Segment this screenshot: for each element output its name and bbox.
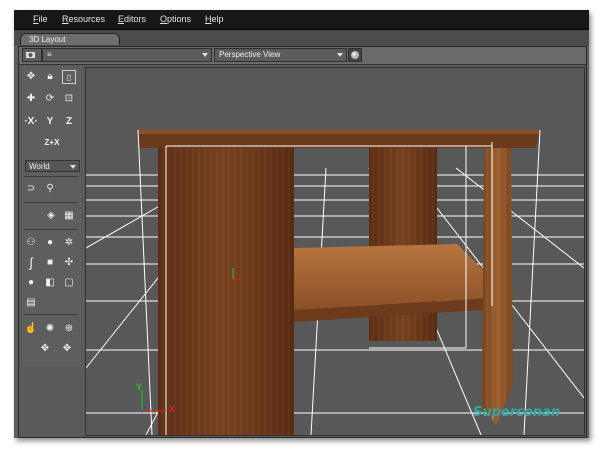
dolly-icon[interactable]: ✥ bbox=[60, 342, 74, 356]
app-window: File Resources Editors Options Help 3D L… bbox=[14, 10, 589, 438]
divider bbox=[24, 229, 78, 230]
box-icon[interactable]: ◧ bbox=[43, 276, 57, 290]
menu-options[interactable]: Options bbox=[160, 14, 191, 24]
menu-file[interactable]: File bbox=[33, 14, 48, 24]
gizmo-x-label: X bbox=[169, 404, 176, 414]
deform-icon[interactable]: ✣ bbox=[62, 256, 76, 270]
list-icon: ≡ bbox=[47, 50, 52, 59]
divider bbox=[24, 202, 78, 203]
coord-system-label: World bbox=[29, 162, 50, 171]
camera-tool-icon[interactable]: ⚇ bbox=[24, 236, 38, 250]
select-tool-icon[interactable]: ▯ bbox=[62, 70, 76, 84]
particle-icon[interactable]: ✲ bbox=[62, 236, 76, 250]
z-axis-icon[interactable]: Z bbox=[62, 115, 76, 129]
menu-editors[interactable]: Editors bbox=[118, 14, 146, 24]
divider bbox=[24, 314, 78, 315]
sphere-icon[interactable]: ● bbox=[24, 276, 38, 290]
lock-icon[interactable]: 🔒︎ bbox=[43, 70, 57, 84]
view-mode-label: Perspective View bbox=[219, 50, 281, 59]
menu-help[interactable]: Help bbox=[205, 14, 224, 24]
y-axis-icon[interactable]: Y bbox=[43, 115, 57, 129]
3d-viewport[interactable]: Y X bbox=[85, 67, 585, 436]
scale-tool-icon[interactable]: ⊡ bbox=[62, 92, 76, 106]
pan-icon[interactable]: ✥ bbox=[38, 342, 52, 356]
chevron-down-icon bbox=[70, 165, 76, 169]
chevron-down-icon bbox=[337, 53, 343, 57]
watermark-text: Superconan bbox=[473, 405, 561, 420]
light-icon[interactable]: ● bbox=[43, 236, 57, 250]
menu-resources[interactable]: Resources bbox=[62, 14, 105, 24]
coord-system-select[interactable]: World bbox=[25, 160, 80, 172]
tab-row: 3D Layout bbox=[14, 30, 589, 46]
axis-combo-button[interactable]: Z+X bbox=[38, 136, 66, 150]
tool-palette: ✥ 🔒︎ ▯ ✚ ⟳ ⊡ ·X· Y Z Z+X World ⊃ ⚲ ◈ ▦ ⚇… bbox=[22, 66, 81, 366]
orbit-icon[interactable]: ✺ bbox=[43, 322, 57, 336]
camera-icon[interactable] bbox=[22, 48, 42, 62]
hand-icon[interactable]: ☝ bbox=[24, 322, 38, 336]
cube-icon[interactable]: ■ bbox=[43, 256, 57, 270]
layout-panel: ≡ Perspective View ✥ 🔒︎ ▯ ✚ ⟳ ⊡ ·X· Y Z … bbox=[18, 46, 587, 438]
grid-plane-icon[interactable]: ◈ bbox=[44, 209, 58, 223]
menu-bar: File Resources Editors Options Help bbox=[14, 10, 589, 30]
spline-icon[interactable]: ∫ bbox=[24, 256, 38, 270]
link-icon[interactable]: ⚲ bbox=[43, 182, 57, 196]
x-axis-icon[interactable]: ·X· bbox=[24, 115, 38, 129]
scene-selector[interactable]: ≡ bbox=[42, 48, 212, 62]
magnet-icon[interactable]: ⊃ bbox=[24, 182, 38, 196]
divider bbox=[24, 176, 78, 177]
gizmo-y-label: Y bbox=[136, 382, 143, 392]
translate-tool-icon[interactable]: ✚ bbox=[24, 92, 38, 106]
tab-3d-layout[interactable]: 3D Layout bbox=[20, 33, 120, 45]
render-sphere-icon[interactable] bbox=[348, 48, 362, 62]
rotate-tool-icon[interactable]: ⟳ bbox=[43, 92, 57, 106]
zoom-icon[interactable]: ⊕ bbox=[62, 322, 76, 336]
panel-icon[interactable]: ▢ bbox=[62, 276, 76, 290]
chevron-down-icon bbox=[202, 53, 208, 57]
scene-canvas bbox=[86, 129, 584, 435]
view-toolbar: ≡ Perspective View bbox=[19, 47, 586, 65]
move-tool-icon[interactable]: ✥ bbox=[24, 70, 38, 84]
view-mode-select[interactable]: Perspective View bbox=[214, 48, 347, 62]
film-icon[interactable]: ▤ bbox=[24, 296, 38, 310]
grid-icon[interactable]: ▦ bbox=[62, 209, 76, 223]
